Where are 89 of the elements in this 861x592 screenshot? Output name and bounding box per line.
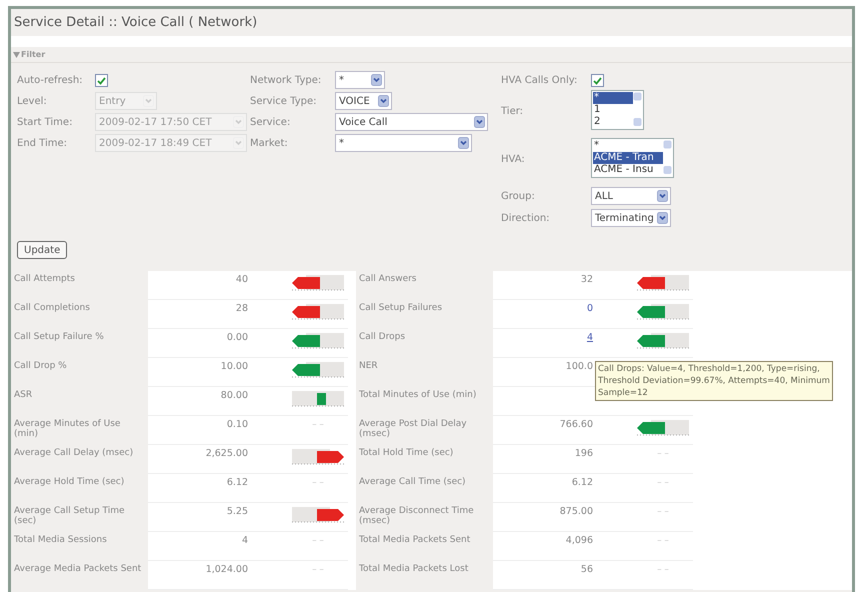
field-label: Service: bbox=[250, 116, 290, 130]
scrollbar-icon bbox=[663, 140, 672, 175]
list-option[interactable]: ACME - Tran bbox=[593, 152, 663, 164]
no-indicator: – – bbox=[312, 419, 324, 432]
metric-label: Average Call Delay (msec) bbox=[14, 448, 134, 458]
field-label: Group: bbox=[501, 190, 535, 204]
metric-label: Call Drop % bbox=[14, 361, 67, 371]
metric-label: Average Call Time (sec) bbox=[359, 477, 466, 487]
field-label: Level: bbox=[17, 95, 47, 109]
field-label: Tier: bbox=[501, 104, 524, 118]
metric-value: 5.25 bbox=[226, 506, 248, 517]
metric-label: Average Disconnect Time (msec) bbox=[359, 506, 474, 526]
field-label: HVA: bbox=[501, 152, 525, 166]
dropdown[interactable]: VOICE bbox=[335, 92, 392, 110]
check-icon bbox=[97, 76, 106, 84]
list-option[interactable]: 1 bbox=[593, 104, 633, 116]
metric-value: 28 bbox=[236, 303, 248, 314]
metric-link[interactable]: 4 bbox=[586, 332, 593, 343]
metric-value: 6.12 bbox=[226, 477, 248, 488]
metric-value: 100.0 bbox=[566, 361, 593, 372]
metric-link[interactable]: 0 bbox=[586, 303, 593, 314]
checkbox[interactable] bbox=[95, 74, 108, 87]
metric-label: Average Call Setup Time (sec) bbox=[14, 506, 125, 526]
field-label: Market: bbox=[250, 137, 288, 151]
metric-value: 0.10 bbox=[226, 419, 248, 430]
no-indicator: – – bbox=[657, 535, 669, 548]
metric-label: NER bbox=[359, 361, 378, 371]
metric-label: Average Media Packets Sent bbox=[14, 564, 142, 574]
expand-triangle-icon[interactable] bbox=[13, 52, 20, 58]
no-indicator: – – bbox=[312, 477, 324, 490]
metric-value: 1,024.00 bbox=[206, 564, 248, 575]
metric-value: 875.00 bbox=[560, 506, 593, 517]
field-label: Auto-refresh: bbox=[17, 74, 83, 88]
no-indicator: – – bbox=[312, 564, 324, 577]
metric-label: Call Setup Failure % bbox=[14, 332, 104, 342]
list-option[interactable]: ACME - Insu bbox=[593, 164, 663, 176]
field-label: Direction: bbox=[501, 212, 550, 226]
no-indicator: – – bbox=[657, 448, 669, 461]
list-option[interactable]: * bbox=[593, 140, 663, 152]
metric-value: 196 bbox=[574, 448, 593, 459]
checkbox[interactable] bbox=[591, 74, 604, 87]
metric-label: ASR bbox=[14, 390, 32, 400]
metric-value: 32 bbox=[580, 274, 593, 285]
metric-value: 4,096 bbox=[566, 535, 593, 546]
metric-label: Total Media Sessions bbox=[14, 535, 107, 545]
field-label: Service Type: bbox=[250, 95, 316, 109]
no-indicator: – – bbox=[312, 535, 324, 548]
dropdown[interactable]: * bbox=[335, 71, 385, 89]
list-box[interactable]: * 1 2 bbox=[591, 90, 644, 130]
metric-value: 2,625.00 bbox=[206, 448, 248, 459]
scrollbar-icon bbox=[633, 92, 642, 127]
list-option[interactable]: 2 bbox=[593, 116, 633, 128]
metric-label: Call Completions bbox=[14, 303, 90, 313]
metric-value: 766.60 bbox=[560, 419, 593, 430]
window-title: Service Detail :: Voice Call ( Network) bbox=[14, 14, 258, 32]
metric-label: Average Post Dial Delay (msec) bbox=[359, 419, 467, 439]
field-label: HVA Calls Only: bbox=[501, 74, 578, 88]
metric-label: Total Minutes of Use (min) bbox=[359, 390, 476, 400]
no-indicator: – – bbox=[657, 564, 669, 577]
dropdown[interactable]: Terminating bbox=[591, 209, 671, 227]
list-box[interactable]: * ACME - Tran ACME - Insu bbox=[591, 138, 674, 178]
metric-label: Total Media Packets Lost bbox=[359, 564, 468, 574]
metric-value: 40 bbox=[236, 274, 248, 285]
no-indicator: – – bbox=[657, 477, 669, 490]
metric-value: 0.00 bbox=[226, 332, 248, 343]
metric-value: 56 bbox=[580, 564, 593, 575]
metric-value: 10.00 bbox=[220, 361, 248, 372]
list-option[interactable]: * bbox=[593, 92, 633, 104]
metric-label: Total Media Packets Sent bbox=[359, 535, 470, 545]
metric-label: Call Setup Failures bbox=[359, 303, 442, 313]
dropdown[interactable]: ALL bbox=[591, 187, 671, 205]
metric-label: Call Answers bbox=[359, 274, 416, 284]
metric-label: Total Hold Time (sec) bbox=[359, 448, 454, 458]
no-indicator: – – bbox=[657, 506, 669, 519]
field-label: End Time: bbox=[17, 137, 68, 151]
metric-value: 4 bbox=[242, 535, 248, 546]
check-icon bbox=[593, 76, 602, 84]
dropdown[interactable]: Voice Call bbox=[335, 113, 488, 131]
tooltip: Call Drops: Value=4, Threshold=1,200, Type=rising, Threshold Deviation=99.67%, Attempts=40, Minimum Sample=12 bbox=[595, 361, 833, 401]
metric-value: 6.12 bbox=[572, 477, 593, 488]
metric-label: Call Attempts bbox=[14, 274, 75, 284]
dropdown[interactable]: * bbox=[335, 134, 472, 152]
metric-label: Average Hold Time (sec) bbox=[14, 477, 124, 487]
metric-label: Average Minutes of Use (min) bbox=[14, 419, 120, 439]
field-label: Network Type: bbox=[250, 74, 322, 88]
field-label: Start Time: bbox=[17, 116, 72, 130]
update-button[interactable]: Update bbox=[17, 241, 68, 259]
metric-label: Call Drops bbox=[359, 332, 406, 342]
metric-value: 80.00 bbox=[220, 390, 248, 401]
